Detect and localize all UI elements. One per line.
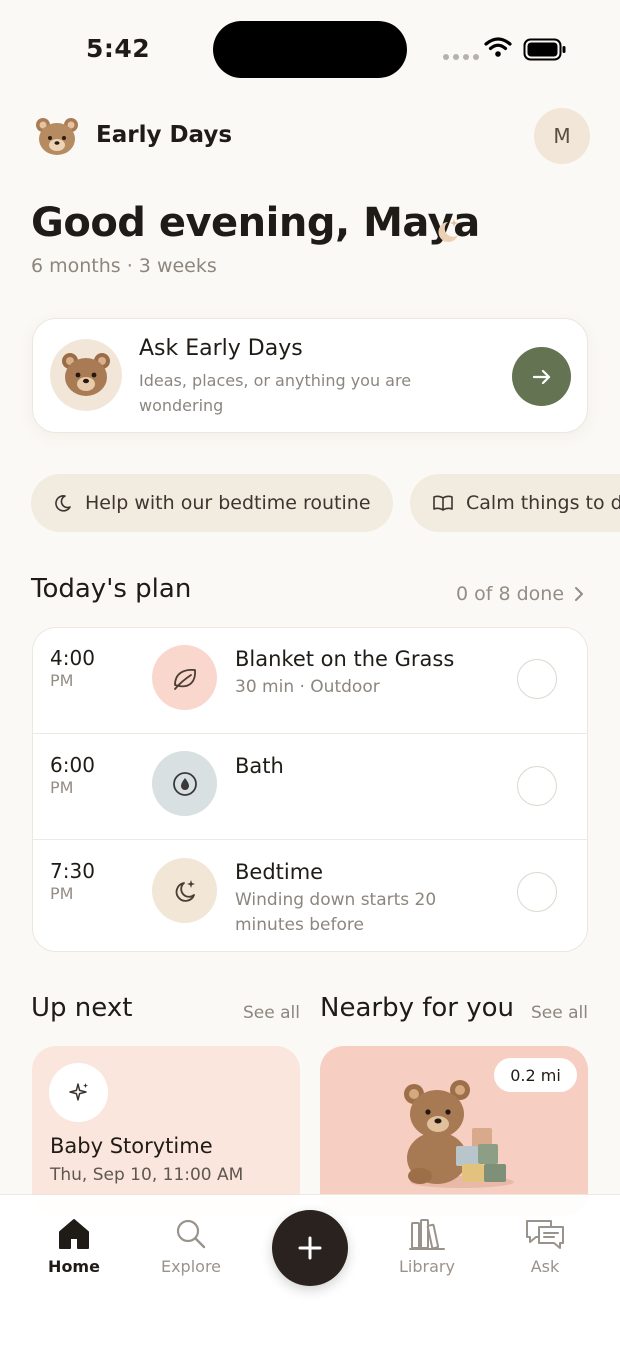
water-drop-icon bbox=[152, 751, 217, 816]
tab-ask[interactable]: Ask bbox=[495, 1217, 595, 1276]
plan-item-title: Bedtime bbox=[235, 860, 324, 884]
tab-label: Library bbox=[399, 1257, 455, 1276]
plan-ampm: PM bbox=[50, 778, 74, 797]
plan-card: 4:00 PM Blanket on the Grass 30 min · Ou… bbox=[32, 627, 588, 952]
baby-age: 6 months · 3 weeks bbox=[31, 255, 217, 277]
add-button[interactable] bbox=[272, 1210, 348, 1286]
plan-row-bedtime[interactable]: 7:30 PM Bedtime Winding down starts 20 m… bbox=[33, 839, 587, 951]
book-icon bbox=[433, 495, 453, 511]
moon-icon bbox=[55, 495, 71, 512]
tab-library[interactable]: Library bbox=[377, 1217, 477, 1276]
plan-item-title: Bath bbox=[235, 754, 284, 778]
plan-item-subtitle: Winding down starts 20 minutes before bbox=[235, 890, 437, 935]
plan-title: Today's plan bbox=[31, 574, 192, 604]
home-icon bbox=[59, 1219, 89, 1249]
status-time: 5:42 bbox=[86, 34, 151, 63]
plan-time: 4:00 bbox=[50, 646, 95, 670]
library-icon bbox=[409, 1219, 445, 1250]
wifi-icon bbox=[484, 37, 512, 57]
plan-item-title: Blanket on the Grass bbox=[235, 647, 455, 671]
tab-label: Explore bbox=[160, 1257, 222, 1276]
moon-stars-icon bbox=[152, 858, 217, 923]
nearby-title: Nearby for you bbox=[320, 993, 515, 1023]
up-next-see-all[interactable]: See all bbox=[243, 1003, 300, 1023]
chip-label: Calm things to do bbox=[466, 492, 620, 514]
plan-ampm: PM bbox=[50, 671, 74, 690]
bear-logo-icon bbox=[36, 118, 78, 155]
sparkle-icon bbox=[49, 1063, 108, 1122]
greeting-title: Good evening, Maya bbox=[31, 200, 480, 246]
profile-avatar[interactable]: M bbox=[534, 108, 590, 164]
leaf-icon bbox=[152, 645, 217, 710]
nearby-see-all[interactable]: See all bbox=[531, 1003, 588, 1023]
ask-go-button[interactable] bbox=[512, 347, 571, 406]
tab-home[interactable]: Home bbox=[24, 1217, 124, 1276]
up-next-title: Up next bbox=[31, 993, 133, 1023]
plan-ampm: PM bbox=[50, 884, 74, 903]
event-date: Thu, Sep 10, 11:00 AM bbox=[50, 1165, 244, 1185]
complete-checkbox[interactable] bbox=[517, 872, 557, 912]
chip-label: Help with our bedtime routine bbox=[85, 492, 371, 514]
tab-label: Home bbox=[48, 1257, 100, 1276]
chip-bedtime-routine[interactable]: Help with our bedtime routine bbox=[31, 474, 393, 532]
arrow-right-icon bbox=[532, 369, 550, 384]
ask-card-title: Ask Early Days bbox=[139, 336, 303, 361]
plan-progress: 0 of 8 done bbox=[456, 583, 565, 605]
complete-checkbox[interactable] bbox=[517, 659, 557, 699]
chip-calm-things[interactable]: Calm things to do bbox=[410, 474, 620, 532]
plan-time: 6:00 bbox=[50, 753, 95, 777]
battery-icon bbox=[523, 38, 566, 61]
plan-row-bath[interactable]: 6:00 PM Bath bbox=[33, 733, 587, 839]
signal-dots-icon bbox=[443, 54, 479, 60]
ask-card-subtitle: Ideas, places, or anything you are wonde… bbox=[139, 371, 412, 415]
bear-avatar-icon bbox=[50, 339, 122, 411]
complete-checkbox[interactable] bbox=[517, 766, 557, 806]
search-icon bbox=[176, 1219, 206, 1249]
plan-row-blanket[interactable]: 4:00 PM Blanket on the Grass 30 min · Ou… bbox=[33, 628, 587, 733]
chat-icon bbox=[526, 1220, 564, 1249]
dynamic-island bbox=[213, 21, 407, 78]
plus-icon bbox=[298, 1236, 322, 1260]
plan-progress-link[interactable]: 0 of 8 done bbox=[456, 583, 584, 605]
plan-item-subtitle: 30 min · Outdoor bbox=[235, 677, 380, 697]
chevron-right-icon bbox=[575, 587, 584, 601]
moon-sparkle-icon bbox=[438, 219, 458, 242]
app-title: Early Days bbox=[96, 122, 233, 148]
event-title: Baby Storytime bbox=[50, 1134, 213, 1158]
distance-badge: 0.2 mi bbox=[494, 1058, 577, 1092]
tab-explore[interactable]: Explore bbox=[141, 1217, 241, 1276]
plan-time: 7:30 bbox=[50, 859, 95, 883]
suggestion-chips: Help with our bedtime routine Calm thing… bbox=[31, 474, 620, 532]
tab-label: Ask bbox=[530, 1257, 560, 1276]
